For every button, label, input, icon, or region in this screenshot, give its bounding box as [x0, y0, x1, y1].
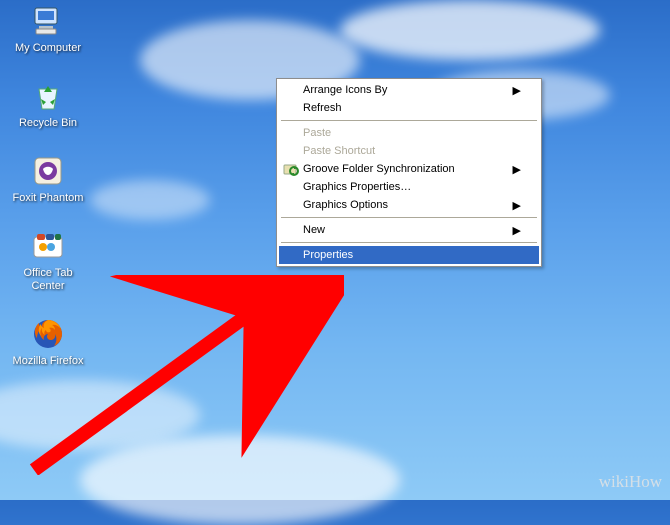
menu-item-label: Paste Shortcut [303, 145, 375, 157]
desktop-icon-firefox[interactable]: Mozilla Firefox [10, 315, 86, 368]
desktop-icon-foxit[interactable]: Foxit Phantom [10, 152, 86, 205]
desktop-icon-office-tab[interactable]: Office Tab Center [10, 227, 86, 293]
menu-item-label: Paste [303, 127, 331, 139]
desktop-icon-label: Recycle Bin [19, 117, 77, 130]
recycle-bin-icon [29, 77, 67, 115]
foxit-icon [29, 152, 67, 190]
desktop-icon-my-computer[interactable]: My Computer [10, 2, 86, 55]
menu-item-label: Arrange Icons By [303, 84, 387, 96]
menu-item-label: Graphics Properties… [303, 181, 411, 193]
menu-separator [281, 120, 537, 121]
menu-item-label: Graphics Options [303, 199, 388, 211]
desktop-icon-recycle-bin[interactable]: Recycle Bin [10, 77, 86, 130]
desktop-icon-label: Mozilla Firefox [13, 355, 84, 368]
menu-item-graphics-options[interactable]: Graphics Options ▶ [279, 196, 539, 214]
menu-separator [281, 217, 537, 218]
desktop-context-menu: Arrange Icons By ▶ Refresh Paste Paste S… [276, 78, 542, 267]
menu-item-new[interactable]: New ▶ [279, 221, 539, 239]
menu-item-refresh[interactable]: Refresh [279, 99, 539, 117]
cloud-decoration [340, 0, 600, 60]
my-computer-icon [29, 2, 67, 40]
desktop-icon-label: Office Tab Center [23, 267, 72, 293]
desktop-icon-label: My Computer [15, 42, 81, 55]
cloud-decoration [90, 180, 210, 220]
menu-item-paste-shortcut: Paste Shortcut [279, 142, 539, 160]
menu-item-label: Properties [303, 249, 353, 261]
submenu-arrow-icon: ▶ [513, 224, 521, 237]
menu-item-graphics-properties[interactable]: Graphics Properties… [279, 178, 539, 196]
office-tab-icon [29, 227, 67, 265]
menu-separator [281, 242, 537, 243]
firefox-icon [29, 315, 67, 353]
desktop-icons: My Computer Recycle Bin Foxit Phantom [10, 2, 86, 390]
submenu-arrow-icon: ▶ [513, 84, 521, 97]
menu-item-arrange-icons[interactable]: Arrange Icons By ▶ [279, 81, 539, 99]
menu-item-label: Refresh [303, 102, 342, 114]
groove-icon [283, 161, 299, 177]
desktop-icon-label: Foxit Phantom [13, 192, 84, 205]
cloud-decoration [80, 435, 400, 525]
menu-item-label: Groove Folder Synchronization [303, 163, 455, 175]
submenu-arrow-icon: ▶ [513, 199, 521, 212]
menu-item-label: New [303, 224, 325, 236]
menu-item-properties[interactable]: Properties [279, 246, 539, 264]
menu-item-paste: Paste [279, 124, 539, 142]
submenu-arrow-icon: ▶ [513, 163, 521, 176]
menu-item-groove-sync[interactable]: Groove Folder Synchronization ▶ [279, 160, 539, 178]
watermark: wikiHow [599, 472, 662, 492]
